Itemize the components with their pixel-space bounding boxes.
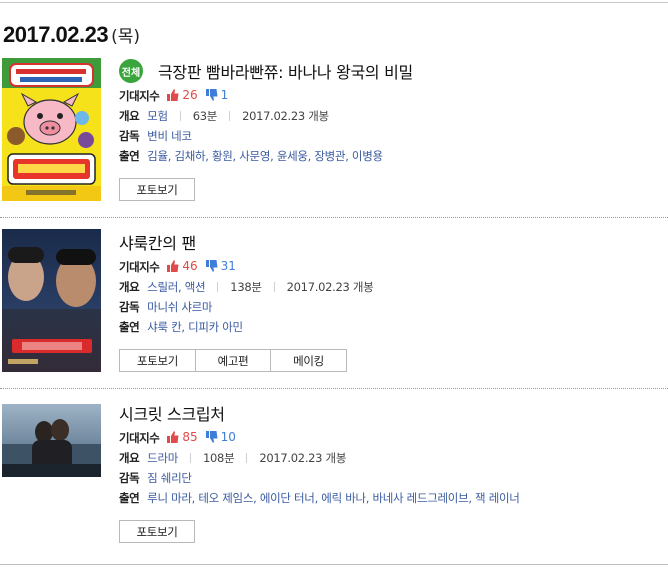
- runtime: 63분: [192, 109, 218, 123]
- director-row: 감독 마니쉬 샤르마: [119, 297, 664, 317]
- expect-row: 기대지수 85 10: [119, 428, 664, 448]
- title-row: 시크릿 스크립처: [119, 401, 664, 425]
- bottom-rule: [0, 564, 668, 565]
- like-count: 85: [182, 430, 198, 444]
- expect-label: 기대지수: [119, 431, 160, 445]
- cast-label: 출연: [119, 149, 140, 163]
- photo-button[interactable]: 포토보기: [119, 178, 195, 201]
- dislike-count-button[interactable]: 10: [205, 430, 236, 446]
- trailer-button[interactable]: 예고편: [195, 349, 271, 372]
- genre-link[interactable]: 드라마: [147, 450, 178, 466]
- runtime: 108분: [203, 451, 235, 465]
- release-info: 2017.02.23 개봉: [286, 280, 374, 294]
- runtime: 138분: [230, 280, 262, 294]
- expect-label: 기대지수: [119, 89, 160, 103]
- cast-row: 출연 샤룩 칸, 디피카 아민: [119, 317, 664, 337]
- button-group: 포토보기: [119, 520, 195, 543]
- movie-title[interactable]: 극장판 빰바라빤쮸: 바나나 왕국의 비밀: [158, 59, 413, 83]
- movie-title[interactable]: 샤룩칸의 팬: [119, 230, 196, 254]
- overview-row: 개요 드라마 108분 2017.02.23 개봉: [119, 448, 664, 468]
- director-label: 감독: [119, 129, 140, 143]
- genre-link[interactable]: 스릴러, 액션: [147, 279, 205, 295]
- photo-button[interactable]: 포토보기: [119, 349, 196, 372]
- movie-poster[interactable]: [2, 58, 101, 201]
- director-row: 감독 변비 네코: [119, 126, 664, 146]
- dislike-count-button[interactable]: 31: [205, 259, 236, 275]
- movie-poster[interactable]: [2, 229, 101, 372]
- overview-row: 개요 모험 63분 2017.02.23 개봉: [119, 106, 664, 126]
- making-button[interactable]: 메이킹: [270, 349, 347, 372]
- thumbs-down-icon: [205, 89, 218, 104]
- cast-links[interactable]: 루니 마라, 테오 제임스, 에이단 터너, 에릭 바나, 바네사 레드그레이브…: [147, 490, 520, 506]
- cast-row: 출연 루니 마라, 테오 제임스, 에이단 터너, 에릭 바나, 바네사 레드그…: [119, 488, 664, 508]
- divider: [246, 453, 248, 463]
- dislike-count-button[interactable]: 1: [205, 88, 229, 104]
- overview-label: 개요: [119, 451, 140, 465]
- director-label: 감독: [119, 300, 140, 314]
- dislike-count: 10: [220, 430, 236, 444]
- director-link[interactable]: 마니쉬 샤르마: [147, 299, 212, 315]
- thumbs-up-icon: [167, 89, 179, 104]
- thumbs-up-icon: [167, 431, 179, 446]
- movie-info: 시크릿 스크립처 기대지수 85 10 개요 드라마 108분 2017.02.…: [119, 401, 664, 543]
- divider: [190, 453, 192, 463]
- button-group: 포토보기 예고편 메이킹: [119, 349, 347, 372]
- release-info: 2017.02.23 개봉: [242, 109, 329, 123]
- director-row: 감독 짐 쉐리단: [119, 468, 664, 488]
- director-label: 감독: [119, 471, 140, 485]
- dislike-count: 31: [220, 259, 236, 273]
- title-row: 샤룩칸의 팬: [119, 230, 664, 254]
- release-info: 2017.02.23 개봉: [259, 451, 347, 465]
- thumbs-down-icon: [205, 431, 218, 446]
- director-link[interactable]: 짐 쉐리단: [147, 470, 192, 486]
- release-weekday: (목): [111, 27, 141, 47]
- director-link[interactable]: 변비 네코: [147, 128, 192, 144]
- cast-label: 출연: [119, 320, 140, 334]
- expect-row: 기대지수 26 1: [119, 86, 664, 106]
- movie-poster[interactable]: [2, 404, 101, 477]
- like-count-button[interactable]: 46: [167, 259, 198, 275]
- expect-row: 기대지수 46 31: [119, 257, 664, 277]
- overview-row: 개요 스릴러, 액션 138분 2017.02.23 개봉: [119, 277, 664, 297]
- divider: [217, 282, 219, 292]
- like-count-button[interactable]: 26: [167, 88, 198, 104]
- photo-button[interactable]: 포토보기: [119, 520, 195, 543]
- item-divider: [0, 388, 668, 389]
- movie-info: 샤룩칸의 팬 기대지수 46 31 개요 스릴러, 액션 138분 2017.0…: [119, 230, 664, 372]
- like-count: 46: [182, 259, 198, 273]
- expect-label: 기대지수: [119, 260, 160, 274]
- divider: [229, 111, 231, 121]
- rating-badge-all: 전체: [119, 59, 143, 83]
- dislike-count: 1: [220, 88, 229, 102]
- overview-label: 개요: [119, 280, 140, 294]
- cast-label: 출연: [119, 491, 140, 505]
- overview-label: 개요: [119, 109, 140, 123]
- button-group: 포토보기: [119, 178, 195, 201]
- divider: [179, 111, 181, 121]
- thumbs-down-icon: [205, 260, 218, 275]
- cast-row: 출연 김율, 김채하, 황원, 사문영, 윤세웅, 장병관, 이병용: [119, 146, 664, 166]
- title-row: 전체 극장판 빰바라빤쮸: 바나나 왕국의 비밀: [119, 59, 664, 83]
- like-count: 26: [182, 88, 198, 102]
- cast-links[interactable]: 샤룩 칸, 디피카 아민: [147, 319, 243, 335]
- movie-title[interactable]: 시크릿 스크립처: [119, 401, 225, 425]
- genre-link[interactable]: 모험: [147, 108, 168, 124]
- item-divider: [0, 217, 668, 218]
- movie-info: 전체 극장판 빰바라빤쮸: 바나나 왕국의 비밀 기대지수 26 1 개요 모험…: [119, 59, 664, 201]
- thumbs-up-icon: [167, 260, 179, 275]
- cast-links[interactable]: 김율, 김채하, 황원, 사문영, 윤세웅, 장병관, 이병용: [147, 148, 383, 164]
- divider: [273, 282, 275, 292]
- top-rule: [0, 2, 668, 3]
- release-date: 2017.02.23: [3, 22, 109, 47]
- like-count-button[interactable]: 85: [167, 430, 198, 446]
- date-heading: 2017.02.23 (목): [3, 22, 140, 52]
